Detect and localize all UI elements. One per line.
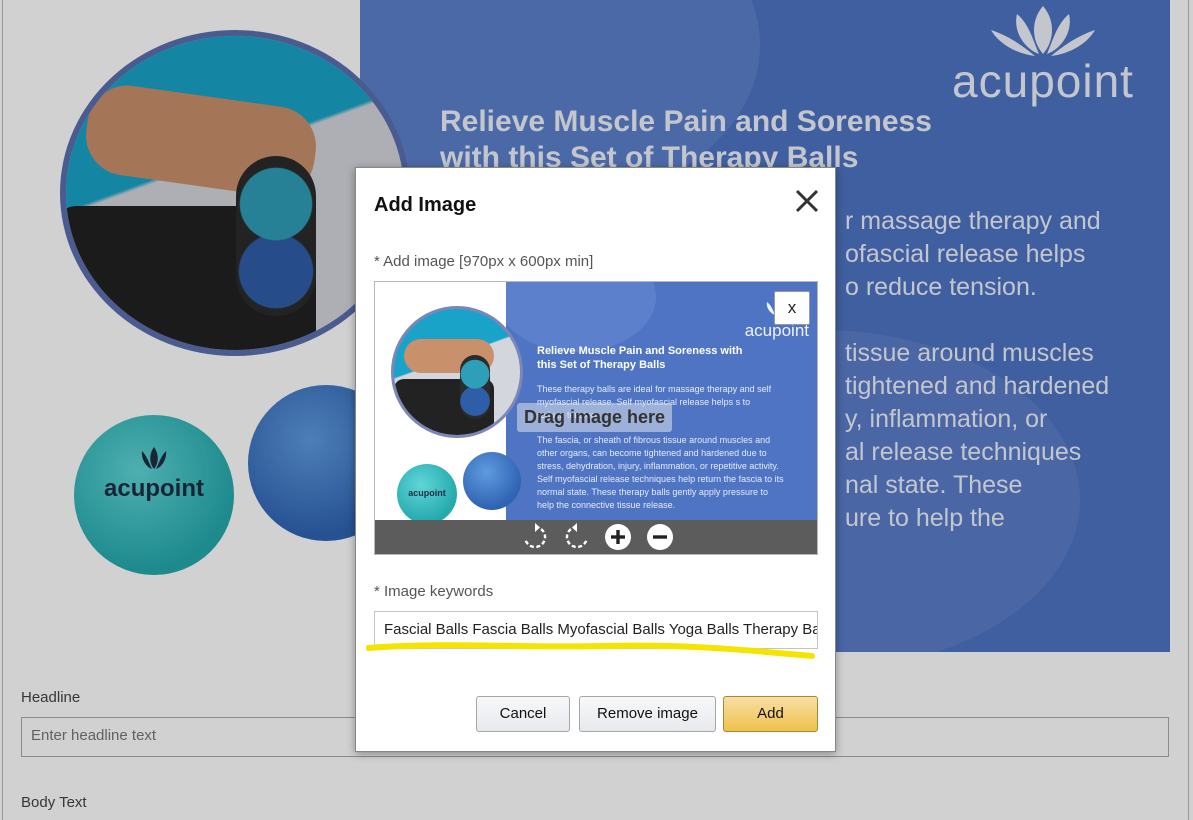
thumbnail-photo-circle bbox=[391, 306, 523, 438]
close-icon[interactable] bbox=[792, 186, 822, 216]
thumbnail-teal-ball: acupoint bbox=[397, 464, 457, 524]
drag-image-hint: Drag image here bbox=[517, 403, 673, 432]
cancel-button[interactable]: Cancel bbox=[476, 696, 570, 732]
thumbnail-headline: Relieve Muscle Pain and Soreness with th… bbox=[537, 345, 743, 371]
thumbnail-promo: acupoint Relieve Muscle Pain and Sorenes… bbox=[506, 282, 817, 520]
add-image-label: * Add image [970px x 600px min] bbox=[374, 253, 594, 270]
remove-thumbnail-button[interactable]: x bbox=[774, 291, 810, 325]
rotate-counterclockwise-icon[interactable] bbox=[563, 523, 591, 551]
image-edit-toolbar bbox=[375, 520, 817, 554]
add-image-dialog: Add Image * Add image [970px x 600px min… bbox=[355, 167, 836, 752]
remove-image-button[interactable]: Remove image bbox=[579, 696, 716, 732]
highlight-annotation bbox=[366, 642, 815, 659]
add-button[interactable]: Add bbox=[723, 696, 818, 732]
thumbnail-ball-text: acupoint bbox=[408, 488, 446, 498]
thumbnail-decor-shape bbox=[506, 282, 656, 352]
rotate-clockwise-icon[interactable] bbox=[521, 523, 549, 551]
image-dropzone[interactable]: acupoint Relieve Muscle Pain and Sorenes… bbox=[374, 281, 818, 555]
thumbnail-ball-net bbox=[460, 355, 490, 419]
dialog-title: Add Image bbox=[374, 194, 477, 216]
thumbnail-blue-ball bbox=[463, 452, 521, 510]
zoom-out-icon[interactable] bbox=[646, 523, 674, 551]
zoom-in-icon[interactable] bbox=[604, 523, 632, 551]
thumbnail-paragraph: The fascia, or sheath of fibrous tissue … bbox=[537, 435, 784, 510]
image-keywords-label: * Image keywords bbox=[374, 583, 494, 600]
